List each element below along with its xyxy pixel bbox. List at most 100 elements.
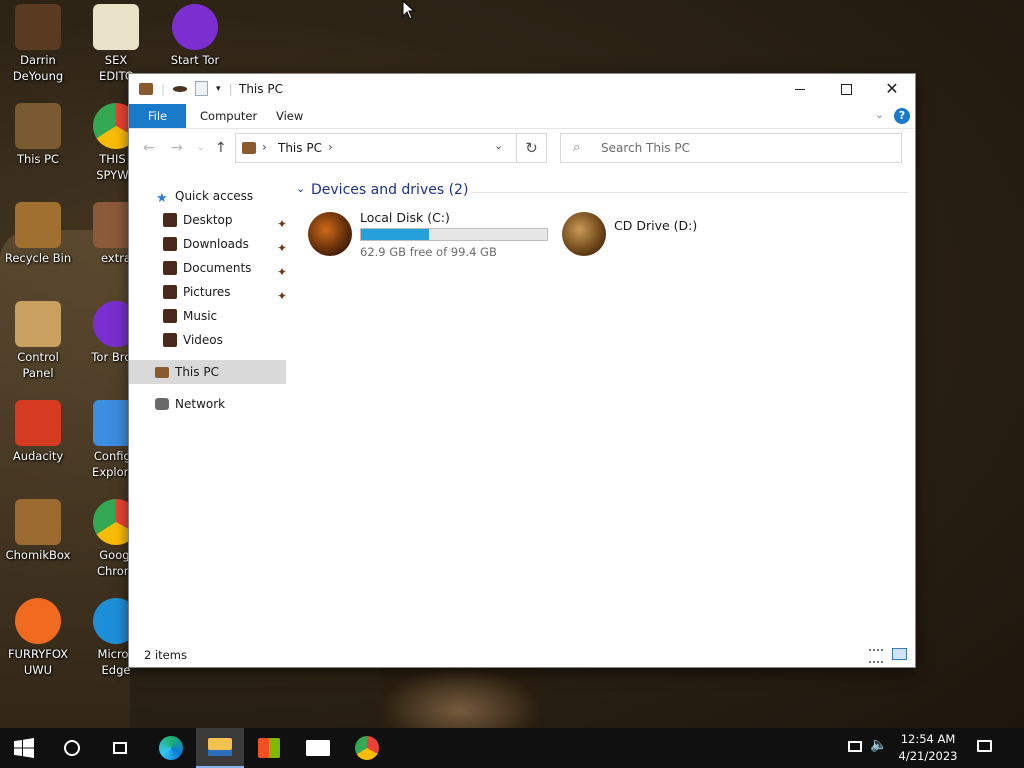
collapse-group-icon[interactable]: ⌄ (296, 182, 305, 195)
task-view-icon (113, 742, 127, 754)
this-pc-address-icon (242, 142, 256, 154)
search-button[interactable] (48, 728, 96, 768)
desktop-icon-label: SEX (104, 53, 128, 67)
content-pane: ⌄ Devices and drives (2) Local Disk (C:)… (294, 174, 914, 634)
desktop-icon-audacity[interactable]: Audacity (0, 400, 76, 464)
volume-muted-icon[interactable]: 🔈 (870, 737, 887, 753)
documents-folder-icon (163, 261, 177, 275)
group-divider (472, 192, 908, 193)
this-pc-small-icon (139, 82, 153, 95)
address-bar[interactable]: › This PC › ⌄ (235, 133, 517, 163)
nav-quick-access[interactable]: ★ Quick access (129, 184, 289, 208)
large-icons-view-icon[interactable] (892, 648, 907, 660)
desktop-icon-start-tor[interactable]: Start Tor (157, 4, 233, 68)
expand-ribbon-icon[interactable]: ⌄ (875, 108, 884, 121)
desktop-icon-furryfox-uwu[interactable]: FURRYFOX UWU (0, 598, 76, 678)
drive-free-space: 62.9 GB free of 99.4 GB (360, 245, 497, 259)
nav-this-pc[interactable]: This PC (129, 360, 286, 384)
chrome-icon (355, 736, 379, 760)
forward-arrow-icon[interactable]: → (171, 140, 183, 156)
back-arrow-icon[interactable]: ← (143, 140, 155, 156)
search-placeholder: Search This PC (601, 141, 690, 155)
mouse-cursor-icon (402, 0, 416, 20)
drive-usage-fill (361, 229, 430, 240)
address-dropdown-icon[interactable]: ⌄ (494, 139, 503, 152)
task-view-button[interactable] (96, 728, 144, 768)
drive-name: Local Disk (C:) (360, 210, 450, 225)
nav-item-pictures[interactable]: Pictures ✦ (129, 280, 289, 304)
details-view-icon[interactable] (869, 649, 883, 663)
file-explorer-window: | ▾ | This PC ✕ File Computer View ⌄ ? ←… (129, 74, 915, 667)
nav-item-desktop[interactable]: Desktop ✦ (129, 208, 289, 232)
maximize-button[interactable] (823, 74, 869, 104)
desktop-icon-label: This PC (16, 152, 60, 166)
minimize-button[interactable] (777, 74, 823, 104)
recent-locations-icon[interactable]: ⌄ (197, 143, 205, 153)
quick-access-list: Desktop ✦ Downloads ✦ Documents ✦ Pictures ✦ Mus… (129, 208, 289, 352)
clock-time: 12:54 AM (900, 732, 956, 746)
title-bar[interactable]: | ▾ | This PC ✕ (129, 74, 915, 104)
taskbar-chrome[interactable] (343, 728, 391, 768)
hxd-editor-icon (93, 4, 139, 50)
desktop-icon-this-pc[interactable]: This PC (0, 103, 76, 167)
tor-icon (172, 4, 218, 50)
drive-item-c[interactable]: Local Disk (C:) 62.9 GB free of 99.4 GB (308, 208, 548, 259)
item-count: 2 items (144, 648, 187, 662)
new-folder-icon[interactable] (195, 81, 209, 96)
desktop-icon-sex-editc[interactable]: SEX EDITC (78, 4, 154, 84)
nav-item-documents[interactable]: Documents ✦ (129, 256, 289, 280)
tab-computer[interactable]: Computer (200, 104, 257, 128)
up-arrow-icon[interactable]: ↑ (215, 140, 227, 156)
network-tray-icon[interactable] (848, 741, 862, 752)
taskbar-mail[interactable] (294, 728, 342, 768)
group-header[interactable]: Devices and drives (2) (311, 182, 468, 198)
recycle-bin-icon (15, 202, 61, 248)
desktop-icon-label: Control Panel (17, 350, 59, 380)
search-input[interactable]: ⌕ Search This PC (560, 133, 902, 163)
taskbar-edge[interactable] (147, 728, 195, 768)
nav-item-label: Desktop (183, 213, 233, 227)
search-icon: ⌕ (573, 140, 581, 155)
taskbar-file-explorer[interactable] (196, 728, 244, 768)
nav-network[interactable]: Network (129, 392, 289, 416)
tab-file[interactable]: File (129, 104, 186, 128)
nav-item-videos[interactable]: Videos (129, 328, 289, 352)
start-button[interactable] (0, 728, 48, 768)
qat-dropdown-icon[interactable]: ▾ (216, 84, 221, 94)
close-button[interactable]: ✕ (869, 74, 915, 104)
address-path[interactable]: This PC (278, 141, 322, 155)
desktop-icon-control-panel[interactable]: Control Panel (0, 301, 76, 381)
nav-item-label: Documents (183, 261, 252, 275)
maximize-icon (840, 83, 852, 95)
edge-icon (159, 736, 183, 760)
control-panel-icon (15, 301, 61, 347)
desktop-icon-recycle-bin[interactable]: Recycle Bin (0, 202, 76, 266)
nav-network-label: Network (175, 397, 226, 411)
drive-name: CD Drive (D:) (614, 218, 698, 233)
clock-date: 4/21/2023 (898, 749, 958, 763)
notifications-icon[interactable] (977, 740, 992, 752)
desktop-icon-darrin-deyoung[interactable]: Darrin DeYoung (0, 4, 76, 84)
nav-item-label: Videos (183, 333, 223, 347)
breadcrumb-chevron-icon[interactable]: › (328, 140, 333, 154)
breadcrumb-separator-icon: › (262, 140, 267, 154)
navigation-bar: ← → ⌄ ↑ › This PC › ⌄ ↻ ⌕ Search This PC (129, 131, 915, 167)
tab-view[interactable]: View (276, 104, 303, 128)
desktop-icon-chomikbox[interactable]: ChomikBox (0, 499, 76, 563)
system-clock[interactable]: 12:54 AM 4/21/2023 (890, 731, 966, 765)
desktop-folder-icon (163, 213, 177, 227)
desktop-icon-label: DeYoung (12, 69, 64, 83)
audacity-icon (15, 400, 61, 446)
taskbar-store[interactable] (245, 728, 293, 768)
window-title: This PC (239, 82, 283, 96)
this-pc-nav-icon (155, 367, 169, 378)
desktop-icon-label: ChomikBox (5, 548, 71, 562)
help-icon[interactable]: ? (894, 108, 910, 124)
refresh-button[interactable]: ↻ (517, 133, 547, 163)
drive-item-d[interactable]: CD Drive (D:) (562, 208, 742, 258)
ribbon-tabs: File Computer View ⌄ ? (129, 104, 915, 129)
desktop-icon-label: UWU (23, 663, 53, 677)
nav-item-downloads[interactable]: Downloads ✦ (129, 232, 289, 256)
properties-icon[interactable] (173, 85, 188, 92)
nav-item-music[interactable]: Music (129, 304, 289, 328)
